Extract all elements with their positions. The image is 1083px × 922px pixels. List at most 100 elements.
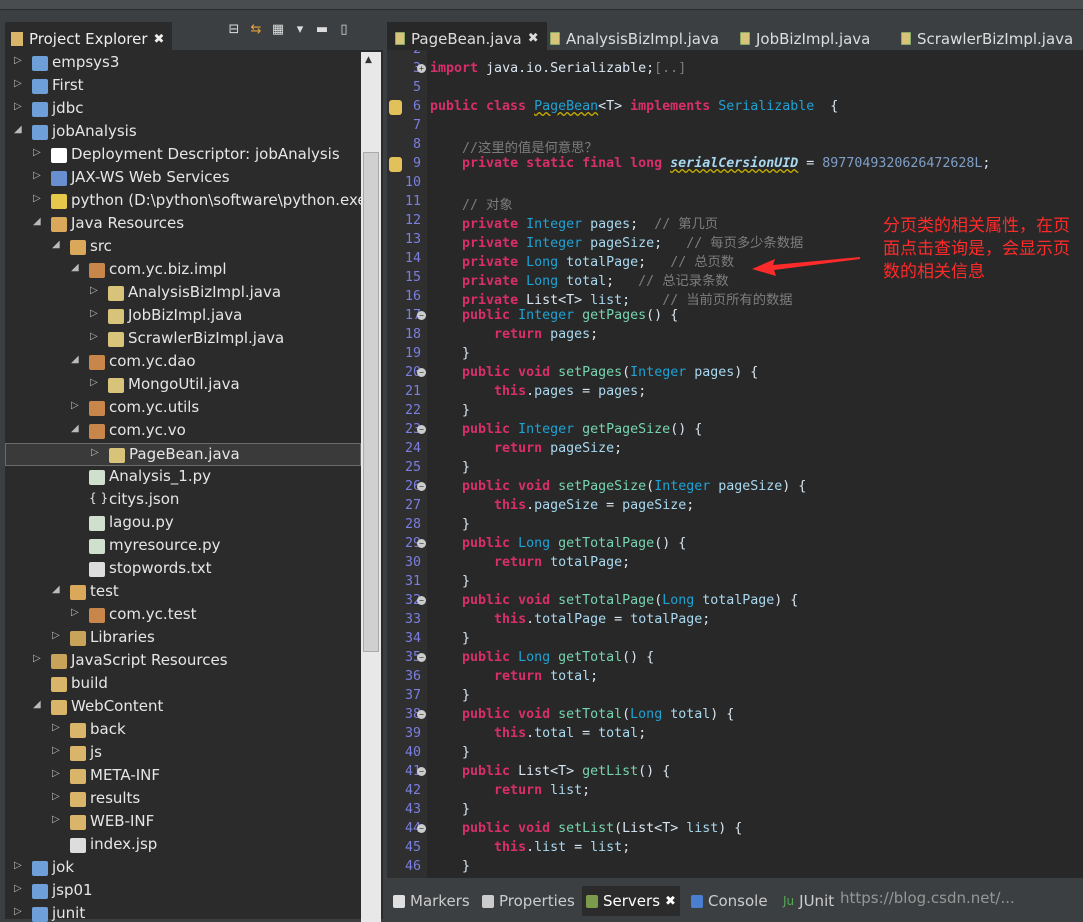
tree-item[interactable]: ◢ com.yc.vo (5, 420, 361, 443)
tree-item[interactable]: ▷ AnalysisBizImpl.java (5, 282, 361, 305)
collapsed-arrow-icon[interactable]: ▷ (52, 630, 60, 641)
tree-item[interactable]: ▷ jok (5, 857, 361, 880)
collapsed-arrow-icon[interactable]: ▷ (33, 653, 41, 664)
collapsed-arrow-icon[interactable]: ▷ (14, 883, 22, 894)
tab-project-explorer[interactable]: Project Explorer ✖ (5, 22, 173, 50)
collapsed-arrow-icon[interactable]: ▷ (71, 400, 79, 411)
tree-item[interactable]: ▷ First (5, 75, 361, 98)
collapsed-arrow-icon[interactable]: ▷ (14, 906, 22, 917)
collapsed-arrow-icon[interactable]: ▷ (14, 55, 22, 66)
tree-item[interactable]: index.jsp (5, 834, 361, 857)
tree-item[interactable]: ◢ WebContent (5, 696, 361, 719)
collapsed-arrow-icon[interactable]: ▷ (33, 170, 41, 181)
collapsed-arrow-icon[interactable]: ▷ (52, 745, 60, 756)
vertical-scrollbar[interactable]: ▲ (361, 52, 381, 922)
tree-item[interactable]: ▷ junit (5, 903, 361, 922)
tree-item[interactable]: ◢ com.yc.biz.impl (5, 259, 361, 282)
tree-item[interactable]: ▷ JavaScript Resources (5, 650, 361, 673)
minimize-icon[interactable]: ▬ (315, 23, 329, 37)
collapsed-arrow-icon[interactable]: ▷ (33, 147, 41, 158)
collapsed-arrow-icon[interactable]: ▷ (52, 768, 60, 779)
collapsed-arrow-icon[interactable]: ▷ (71, 607, 79, 618)
expand-fold-icon[interactable]: + (417, 64, 426, 73)
tree-item[interactable]: ▷ com.yc.test (5, 604, 361, 627)
collapsed-arrow-icon[interactable]: ▷ (52, 814, 60, 825)
expanded-arrow-icon[interactable]: ◢ (33, 216, 41, 227)
filter-icon[interactable]: ▦ (271, 23, 285, 37)
link-with-editor-icon[interactable]: ⇆ (249, 23, 263, 37)
collapse-fold-icon[interactable]: − (417, 767, 426, 776)
collapse-fold-icon[interactable]: − (417, 311, 426, 320)
tree-item[interactable]: ▷ com.yc.utils (5, 397, 361, 420)
tree-item[interactable]: ▷ python (D:\python\software\python.exe (5, 190, 361, 213)
expanded-arrow-icon[interactable]: ◢ (71, 262, 79, 273)
collapse-fold-icon[interactable]: − (417, 710, 426, 719)
collapse-fold-icon[interactable]: − (417, 596, 426, 605)
collapsed-arrow-icon[interactable]: ▷ (91, 447, 99, 458)
maximize-icon[interactable]: ▯ (337, 23, 351, 37)
expanded-arrow-icon[interactable]: ◢ (33, 699, 41, 710)
expanded-arrow-icon[interactable]: ◢ (71, 354, 79, 365)
collapsed-arrow-icon[interactable]: ▷ (52, 791, 60, 802)
tree-item[interactable]: ◢ src (5, 236, 361, 259)
collapse-all-icon[interactable]: ⊟ (227, 23, 241, 37)
tree-item[interactable]: ▷ META-INF (5, 765, 361, 788)
close-icon[interactable]: ✖ (528, 31, 539, 46)
collapsed-arrow-icon[interactable]: ▷ (90, 285, 98, 296)
collapse-fold-icon[interactable]: − (417, 653, 426, 662)
tree-item[interactable]: ▷ JAX-WS Web Services (5, 167, 361, 190)
tree-item[interactable]: ▷ Libraries (5, 627, 361, 650)
collapsed-arrow-icon[interactable]: ▷ (14, 78, 22, 89)
expanded-arrow-icon[interactable]: ◢ (52, 584, 60, 595)
tree-item[interactable]: ◢ jobAnalysis (5, 121, 361, 144)
tab-junit[interactable]: Ju JUnit (779, 886, 838, 916)
tree-item[interactable]: ▷ ScrawlerBizImpl.java (5, 328, 361, 351)
tree-item[interactable]: ▷ jsp01 (5, 880, 361, 903)
tree-item[interactable]: build (5, 673, 361, 696)
tree-item[interactable]: ◢ com.yc.dao (5, 351, 361, 374)
expanded-arrow-icon[interactable]: ◢ (52, 239, 60, 250)
view-menu-icon[interactable]: ▾ (293, 23, 307, 37)
tab-scrawlerbizimpl-java[interactable]: ScrawlerBizImpl.java (901, 22, 1073, 50)
collapsed-arrow-icon[interactable]: ▷ (90, 331, 98, 342)
collapsed-arrow-icon[interactable]: ▷ (90, 377, 98, 388)
tab-servers[interactable]: Servers ✖ (582, 886, 680, 916)
tree-item[interactable]: ▷ results (5, 788, 361, 811)
collapsed-arrow-icon[interactable]: ▷ (33, 193, 41, 204)
tree-item[interactable]: ▷ WEB-INF (5, 811, 361, 834)
collapse-fold-icon[interactable]: − (417, 482, 426, 491)
collapsed-arrow-icon[interactable]: ▷ (14, 101, 22, 112)
close-icon[interactable]: ✖ (154, 32, 165, 47)
scrollbar-thumb[interactable] (363, 152, 379, 652)
tab-markers[interactable]: Markers (389, 886, 474, 916)
collapsed-arrow-icon[interactable]: ▷ (90, 308, 98, 319)
tree-item[interactable]: ◢ test (5, 581, 361, 604)
tab-properties[interactable]: Properties (478, 886, 579, 916)
tree-item[interactable]: { } citys.json (5, 489, 361, 512)
expanded-arrow-icon[interactable]: ◢ (14, 124, 22, 135)
tree-item[interactable]: lagou.py (5, 512, 361, 535)
collapsed-arrow-icon[interactable]: ▷ (14, 860, 22, 871)
tree-item[interactable]: stopwords.txt (5, 558, 361, 581)
tree-item[interactable]: ▷ JobBizImpl.java (5, 305, 361, 328)
collapsed-arrow-icon[interactable]: ▷ (52, 722, 60, 733)
tree-item[interactable]: ▷ Deployment Descriptor: jobAnalysis (5, 144, 361, 167)
close-icon[interactable]: ✖ (665, 894, 676, 909)
tab-analysisbizimpl-java[interactable]: AnalysisBizImpl.java (550, 22, 719, 50)
tree-item[interactable]: ◢ Java Resources (5, 213, 361, 236)
tab-console[interactable]: Console (687, 886, 772, 916)
scroll-up-icon[interactable]: ▲ (365, 55, 372, 65)
tree-item[interactable]: ▷ MongoUtil.java (5, 374, 361, 397)
expanded-arrow-icon[interactable]: ◢ (71, 423, 79, 434)
collapse-fold-icon[interactable]: − (417, 539, 426, 548)
tree-item[interactable]: ▷ PageBean.java (5, 443, 361, 466)
tab-jobbizimpl-java[interactable]: JobBizImpl.java (740, 22, 870, 50)
tree-item[interactable]: Analysis_1.py (5, 466, 361, 489)
collapse-fold-icon[interactable]: − (417, 368, 426, 377)
tree-item[interactable]: myresource.py (5, 535, 361, 558)
tree-item[interactable]: ▷ js (5, 742, 361, 765)
tree-item[interactable]: ▷ empsys3 (5, 52, 361, 75)
tab-pagebean-java[interactable]: PageBean.java ✖ (387, 22, 547, 50)
collapse-fold-icon[interactable]: − (417, 425, 426, 434)
tree-item[interactable]: ▷ back (5, 719, 361, 742)
